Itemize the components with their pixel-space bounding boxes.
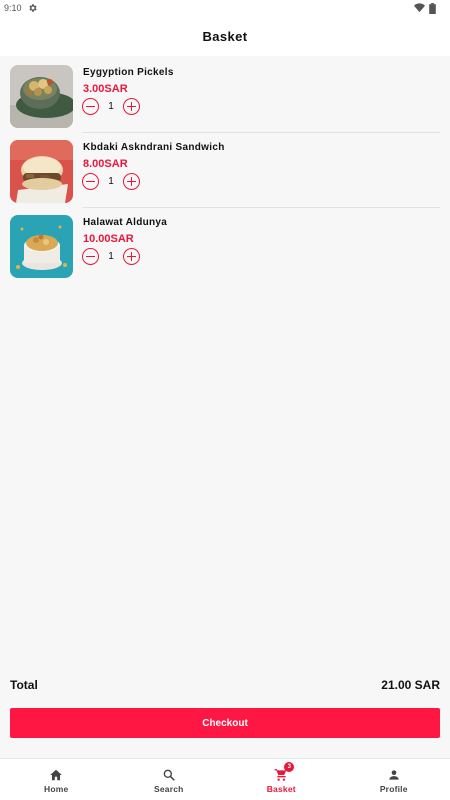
total-row: Total 21.00 SAR <box>10 678 440 692</box>
total-value: 21.00 SAR <box>381 678 440 692</box>
nav-item-search[interactable]: Search <box>113 759 226 800</box>
decrease-quantity-button[interactable] <box>82 173 99 190</box>
nav-label: Profile <box>379 784 408 794</box>
product-price: 8.00SAR <box>83 158 128 170</box>
product-name: Kbdaki Askndrani Sandwich <box>83 142 225 153</box>
basket-list: Eygyption Pickels 3.00SAR 1 Kbdaki Asknd… <box>0 58 450 283</box>
search-icon <box>163 769 175 781</box>
nav-item-profile[interactable]: Profile <box>338 759 450 800</box>
product-price: 10.00SAR <box>83 233 134 245</box>
status-bar: 9:10 <box>0 0 450 16</box>
home-icon <box>50 769 63 781</box>
basket-item: Eygyption Pickels 3.00SAR 1 <box>0 58 450 133</box>
quantity-value: 1 <box>108 101 114 112</box>
battery-icon <box>429 2 436 14</box>
nav-item-home[interactable]: Home <box>0 759 113 800</box>
increase-quantity-button[interactable] <box>123 98 140 115</box>
basket-item: Kbdaki Askndrani Sandwich 8.00SAR 1 <box>0 133 450 208</box>
bottom-navigation: Home Search 3 Basket Profile <box>0 758 450 800</box>
total-label: Total <box>10 678 38 692</box>
nav-label: Search <box>153 784 184 794</box>
status-time: 9:10 <box>4 3 22 13</box>
wifi-icon <box>414 3 425 13</box>
decrease-quantity-button[interactable] <box>82 248 99 265</box>
person-icon <box>389 770 399 780</box>
page-title: Basket <box>202 28 248 44</box>
product-name: Halawat Aldunya <box>83 217 168 228</box>
increase-quantity-button[interactable] <box>123 248 140 265</box>
increase-quantity-button[interactable] <box>123 173 140 190</box>
quantity-value: 1 <box>108 251 114 262</box>
nav-label: Home <box>44 784 69 794</box>
product-image-pickles[interactable] <box>10 65 73 128</box>
product-image-sandwich[interactable] <box>10 140 73 203</box>
nav-label: Basket <box>266 784 296 794</box>
product-image-dessert[interactable] <box>10 215 73 278</box>
app-bar: Basket <box>0 16 450 56</box>
product-name: Eygyption Pickels <box>83 67 174 78</box>
decrease-quantity-button[interactable] <box>82 98 99 115</box>
basket-item: Halawat Aldunya 10.00SAR 1 <box>0 208 450 283</box>
quantity-stepper: 1 <box>82 173 140 190</box>
checkout-button[interactable]: Checkout <box>10 708 440 738</box>
nav-item-basket[interactable]: 3 Basket <box>225 759 338 800</box>
settings-gear-icon <box>28 4 37 12</box>
quantity-stepper: 1 <box>82 248 140 265</box>
quantity-value: 1 <box>108 176 114 187</box>
quantity-stepper: 1 <box>82 98 140 115</box>
cart-count-badge: 3 <box>284 762 295 772</box>
product-price: 3.00SAR <box>83 83 128 95</box>
